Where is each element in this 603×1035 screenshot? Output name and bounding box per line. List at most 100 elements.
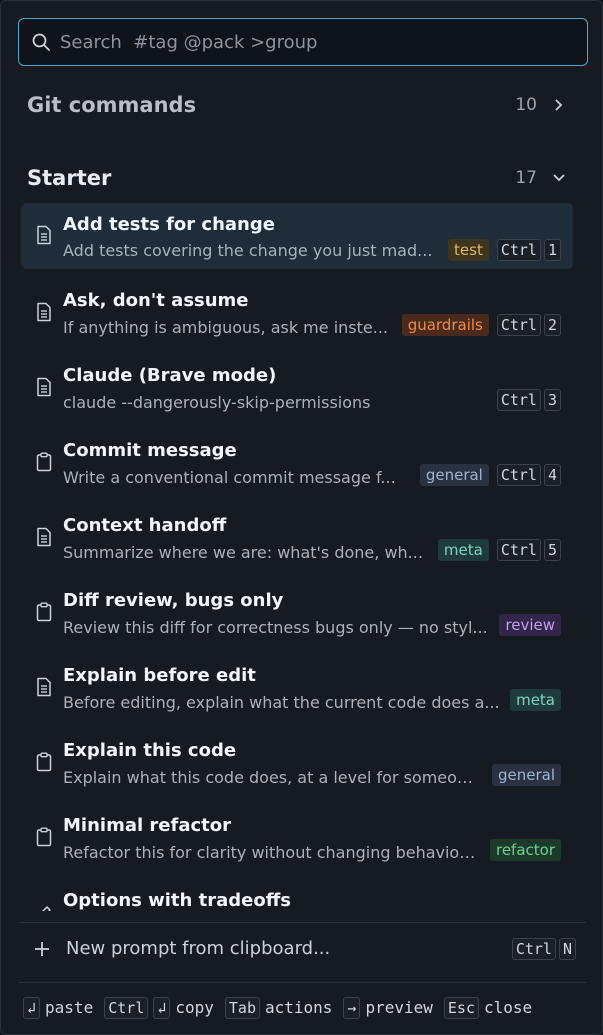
kbd-key: 1	[543, 239, 561, 261]
kbd-key: 2	[543, 314, 561, 336]
shortcut-keys: Ctrl 3	[496, 389, 561, 411]
document-icon	[35, 225, 53, 245]
tag-badge[interactable]: meta	[510, 689, 561, 711]
kbd-key: N	[558, 937, 576, 960]
group-title: Git commands	[27, 93, 197, 117]
prompt-meta: test Ctrl 1	[448, 239, 561, 261]
prompt-description: Write a conventional commit message f...	[63, 468, 396, 487]
prompt-item[interactable]: Context handoff Summarize where we are: w…	[21, 503, 573, 578]
new-prompt-shortcut: Ctrl N	[511, 937, 576, 960]
plus-icon	[35, 941, 49, 956]
tag-badge[interactable]: test	[448, 239, 489, 261]
prompt-item[interactable]: Ask, don't assume If anything is ambiguou…	[21, 278, 573, 353]
group-count: 17	[515, 168, 537, 188]
tag-badge[interactable]: refactor	[489, 839, 561, 861]
group-header-git-commands[interactable]: Git commands 10	[27, 85, 567, 125]
search-box[interactable]	[18, 18, 588, 66]
chevron-down-icon	[553, 174, 565, 182]
search-icon	[32, 33, 50, 51]
prompt-item[interactable]: Explain this code Explain what this code …	[21, 728, 573, 803]
shortcut-keys: Ctrl 1	[496, 239, 561, 261]
kbd-key: Ctrl	[496, 539, 541, 561]
kbd-key: 4	[543, 464, 561, 486]
prompt-description: claude --dangerously-skip-permissions	[63, 393, 371, 412]
search-input[interactable]	[60, 31, 560, 53]
shortcut-keys: Ctrl 5	[496, 539, 561, 561]
prompt-item[interactable]: Commit message Write a conventional commi…	[21, 428, 573, 503]
group-count: 10	[515, 95, 537, 115]
tag-badge[interactable]: meta	[437, 539, 489, 561]
prompt-meta: refactor	[489, 839, 561, 861]
prompt-meta: meta Ctrl 5	[437, 539, 561, 561]
hint-label: close	[483, 998, 533, 1017]
prompt-title: Add tests for change	[63, 214, 275, 235]
group-header-starter[interactable]: Starter 17	[27, 158, 567, 198]
clipboard-icon	[35, 752, 53, 772]
prompt-title: Explain this code	[63, 740, 237, 761]
tag-badge[interactable]: review	[499, 614, 561, 636]
prompt-item[interactable]: Claude (Brave mode) claude --dangerously-…	[21, 353, 573, 428]
kbd-key: Ctrl	[496, 389, 541, 411]
prompt-title: Options with tradeoffs	[63, 890, 291, 911]
prompt-list: Add tests for change Add tests covering t…	[21, 203, 573, 911]
prompt-item[interactable]: Diff review, bugs only Review this diff f…	[21, 578, 573, 653]
tag-badge[interactable]: general	[419, 464, 489, 486]
prompt-description: Review this diff for correctness bugs on…	[63, 618, 488, 637]
prompt-description: Refactor this for clarity without changi…	[63, 843, 480, 862]
prompt-description: Before editing, explain what the current…	[63, 693, 500, 712]
kbd-key: Ctrl	[511, 937, 556, 960]
kbd-key: Esc	[443, 996, 479, 1019]
prompt-item[interactable]: Minimal refactor Refactor this for clarit…	[21, 803, 573, 878]
kbd-key: Ctrl	[496, 464, 541, 486]
prompt-title: Context handoff	[63, 515, 227, 536]
prompt-palette: Git commands 10 Starter 17 Add tests for…	[0, 0, 603, 1035]
pen-icon	[35, 902, 53, 911]
prompt-title: Explain before edit	[63, 665, 256, 686]
new-prompt-label: New prompt from clipboard...	[66, 938, 331, 959]
prompt-meta: Ctrl 3	[496, 389, 561, 411]
document-icon	[35, 377, 53, 397]
prompt-title: Ask, don't assume	[63, 290, 249, 311]
new-prompt-row[interactable]: New prompt from clipboard... Ctrl N	[19, 922, 586, 974]
kbd-key: ↲	[23, 996, 41, 1019]
shortcut-keys: Ctrl 4	[496, 464, 561, 486]
hint-label: paste	[45, 998, 94, 1017]
kbd-key: Ctrl	[496, 314, 541, 336]
kbd-key: Ctrl	[104, 996, 149, 1019]
hint-label: copy	[175, 998, 214, 1017]
document-icon	[35, 302, 53, 322]
group-title: Starter	[27, 166, 112, 190]
prompt-title: Claude (Brave mode)	[63, 365, 277, 386]
prompt-meta: guardrails Ctrl 2	[401, 314, 561, 336]
tag-badge[interactable]: general	[491, 764, 561, 786]
prompt-item[interactable]: Explain before edit Before editing, expla…	[21, 653, 573, 728]
kbd-key: →	[343, 996, 361, 1019]
prompt-meta: general Ctrl 4	[419, 464, 561, 486]
document-icon	[35, 527, 53, 547]
shortcut-keys: Ctrl 2	[496, 314, 561, 336]
prompt-item[interactable]: Options with tradeoffs	[21, 878, 573, 911]
prompt-description: Explain what this code does, at a level …	[63, 768, 482, 787]
clipboard-icon	[35, 827, 53, 847]
kbd-key: ↲	[153, 996, 171, 1019]
keyboard-hints-bar: ↲ paste Ctrl ↲ copy Tab actions → preview Esc clos…	[19, 982, 586, 1032]
prompt-title: Minimal refactor	[63, 815, 231, 836]
prompt-meta: meta	[510, 689, 561, 711]
hint-label: preview	[365, 998, 433, 1017]
kbd-key: 3	[543, 389, 561, 411]
prompt-item[interactable]: Add tests for change Add tests covering t…	[21, 203, 573, 269]
prompt-meta: general	[491, 764, 561, 786]
prompt-description: If anything is ambiguous, ask me inste..…	[63, 318, 388, 337]
prompt-description: Summarize where we are: what's done, wh.…	[63, 543, 423, 562]
chevron-right-icon	[555, 99, 563, 111]
clipboard-icon	[35, 452, 53, 472]
document-icon	[35, 677, 53, 697]
kbd-key: Tab	[224, 996, 260, 1019]
kbd-key: Ctrl	[496, 239, 541, 261]
hint-label: actions	[264, 998, 333, 1017]
prompt-description: Add tests covering the change you just m…	[63, 241, 433, 260]
prompt-title: Diff review, bugs only	[63, 590, 284, 611]
clipboard-icon	[35, 602, 53, 622]
tag-badge[interactable]: guardrails	[401, 314, 489, 336]
prompt-meta: review	[499, 614, 561, 636]
